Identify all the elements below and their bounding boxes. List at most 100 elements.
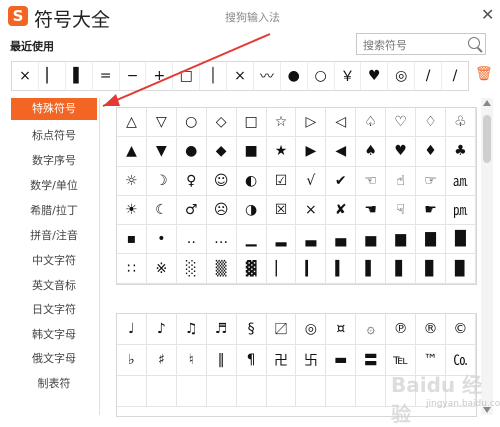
symbol-cell[interactable]: ▼: [146, 137, 177, 167]
symbol-cell[interactable]: 〓: [356, 345, 387, 376]
symbol-cell[interactable]: ☼: [117, 166, 147, 196]
symbol-cell[interactable]: ☚: [356, 195, 387, 226]
symbol-cell[interactable]: ♠: [356, 137, 387, 167]
symbol-cell[interactable]: 〼: [266, 314, 297, 345]
symbol-cell[interactable]: ▽: [146, 108, 177, 138]
symbol-cell[interactable]: ▷: [296, 108, 327, 138]
symbol-cell[interactable]: ▶: [296, 137, 327, 167]
symbol-cell[interactable]: ░: [176, 254, 207, 284]
sidebar-item-3[interactable]: 数学/单位: [11, 175, 97, 197]
recent-symbol-cell[interactable]: ×: [227, 62, 254, 90]
symbol-cell[interactable]: ♢: [416, 108, 446, 138]
symbol-cell[interactable]: ▲: [117, 137, 147, 167]
symbol-cell[interactable]: ‖: [206, 345, 237, 376]
symbol-cell[interactable]: ۞: [356, 314, 387, 345]
recent-symbol-cell[interactable]: =: [93, 62, 120, 90]
symbol-cell[interactable]: ▏: [266, 254, 297, 284]
symbol-cell[interactable]: •: [146, 225, 177, 255]
symbol-cell[interactable]: ♤: [356, 108, 387, 138]
symbol-cell[interactable]: ◑: [236, 195, 267, 226]
symbol-cell[interactable]: ㏂: [445, 166, 476, 196]
recent-symbol-cell[interactable]: −: [120, 62, 147, 90]
symbol-cell[interactable]: ▊: [416, 254, 446, 284]
symbol-cell[interactable]: ☜: [356, 166, 387, 196]
symbol-cell[interactable]: ☹: [206, 195, 237, 226]
symbol-cell[interactable]: ◁: [326, 108, 357, 138]
symbol-cell[interactable]: ♣: [445, 137, 476, 167]
symbol-cell[interactable]: ‥: [176, 225, 207, 255]
sidebar-item-4[interactable]: 希腊/拉丁: [11, 200, 97, 222]
symbol-cell[interactable]: ☝: [386, 166, 417, 196]
symbol-cell[interactable]: ♡: [386, 108, 417, 138]
symbol-cell[interactable]: ■: [236, 137, 267, 167]
symbol-cell[interactable]: ☀: [117, 195, 147, 226]
symbol-cell[interactable]: ♭: [117, 345, 147, 376]
symbol-cell[interactable]: ♥: [386, 137, 417, 167]
symbol-cell[interactable]: ▆: [386, 225, 417, 255]
recent-symbol-cell[interactable]: ♥: [361, 62, 389, 90]
symbol-cell[interactable]: ☞: [416, 166, 446, 196]
search-input[interactable]: [361, 35, 465, 56]
symbol-cell[interactable]: ▪: [117, 225, 147, 255]
recent-symbol-cell[interactable]: ●: [281, 62, 308, 90]
symbol-cell[interactable]: ▉: [445, 254, 476, 284]
symbol-cell[interactable]: ▃: [296, 225, 327, 255]
scroll-up-icon[interactable]: [483, 100, 491, 106]
symbol-cell[interactable]: ×: [296, 195, 327, 226]
sidebar-item-8[interactable]: 日文字符: [11, 299, 97, 321]
symbol-cell[interactable]: ®: [416, 314, 446, 345]
symbol-cell[interactable]: □: [236, 108, 267, 138]
scroll-thumb[interactable]: [483, 115, 491, 163]
symbol-cell[interactable]: ¶: [236, 345, 267, 376]
symbol-cell[interactable]: ●: [176, 137, 207, 167]
symbol-cell[interactable]: 卐: [296, 345, 327, 376]
symbol-cell[interactable]: ▒: [206, 254, 237, 284]
symbol-cell[interactable]: ▂: [266, 225, 297, 255]
sidebar-item-11[interactable]: 制表符: [11, 373, 97, 395]
symbol-cell[interactable]: ∷: [117, 254, 147, 284]
recent-symbol-cell[interactable]: ▌: [66, 62, 93, 90]
symbol-cell[interactable]: ♩: [117, 314, 147, 345]
symbol-cell[interactable]: ▬: [326, 345, 357, 376]
symbol-cell[interactable]: [176, 376, 207, 407]
symbol-cell[interactable]: ✔: [326, 166, 357, 196]
symbol-cell[interactable]: ▎: [296, 254, 327, 284]
symbol-cell[interactable]: 卍: [266, 345, 297, 376]
symbol-cell[interactable]: ¤: [326, 314, 357, 345]
symbol-cell[interactable]: ♯: [146, 345, 177, 376]
symbol-cell[interactable]: ♮: [176, 345, 207, 376]
sidebar-item-0[interactable]: 特殊符号: [11, 98, 97, 120]
recent-symbol-cell[interactable]: ▏: [39, 62, 66, 90]
sidebar-item-1[interactable]: 标点符号: [11, 125, 97, 147]
symbol-cell[interactable]: √: [296, 166, 327, 196]
symbol-cell[interactable]: ✘: [326, 195, 357, 226]
search-icon[interactable]: [468, 37, 480, 49]
recent-symbol-cell[interactable]: ◎: [388, 62, 416, 90]
sidebar-item-6[interactable]: 中文字符: [11, 250, 97, 272]
recent-symbol-cell[interactable]: │: [200, 62, 227, 90]
sidebar-item-7[interactable]: 英文音标: [11, 275, 97, 297]
symbol-cell[interactable]: ℗: [386, 314, 417, 345]
symbol-cell[interactable]: ☟: [386, 195, 417, 226]
symbol-cell[interactable]: ♪: [146, 314, 177, 345]
symbol-cell[interactable]: ☆: [266, 108, 297, 138]
symbol-cell[interactable]: ◐: [236, 166, 267, 196]
sidebar-item-10[interactable]: 俄文字母: [11, 348, 97, 370]
symbol-cell[interactable]: █: [445, 225, 476, 255]
symbol-cell[interactable]: ▌: [356, 254, 387, 284]
symbol-cell[interactable]: ©: [445, 314, 476, 345]
symbol-cell[interactable]: ▅: [356, 225, 387, 255]
recent-symbol-cell[interactable]: 〰: [254, 62, 281, 90]
symbol-cell[interactable]: ▄: [326, 225, 357, 255]
symbol-cell[interactable]: ◎: [296, 314, 327, 345]
symbol-cell[interactable]: △: [117, 108, 147, 138]
symbol-cell[interactable]: [296, 376, 327, 407]
symbol-cell[interactable]: ◀: [326, 137, 357, 167]
symbol-cell[interactable]: [206, 376, 237, 407]
symbol-cell[interactable]: ☺: [206, 166, 237, 196]
recent-symbol-cell[interactable]: +: [146, 62, 174, 90]
symbol-cell[interactable]: ▇: [416, 225, 446, 255]
close-button[interactable]: ✕: [481, 5, 494, 24]
symbol-cell[interactable]: ♂: [176, 195, 207, 226]
symbol-cell[interactable]: ▍: [326, 254, 357, 284]
